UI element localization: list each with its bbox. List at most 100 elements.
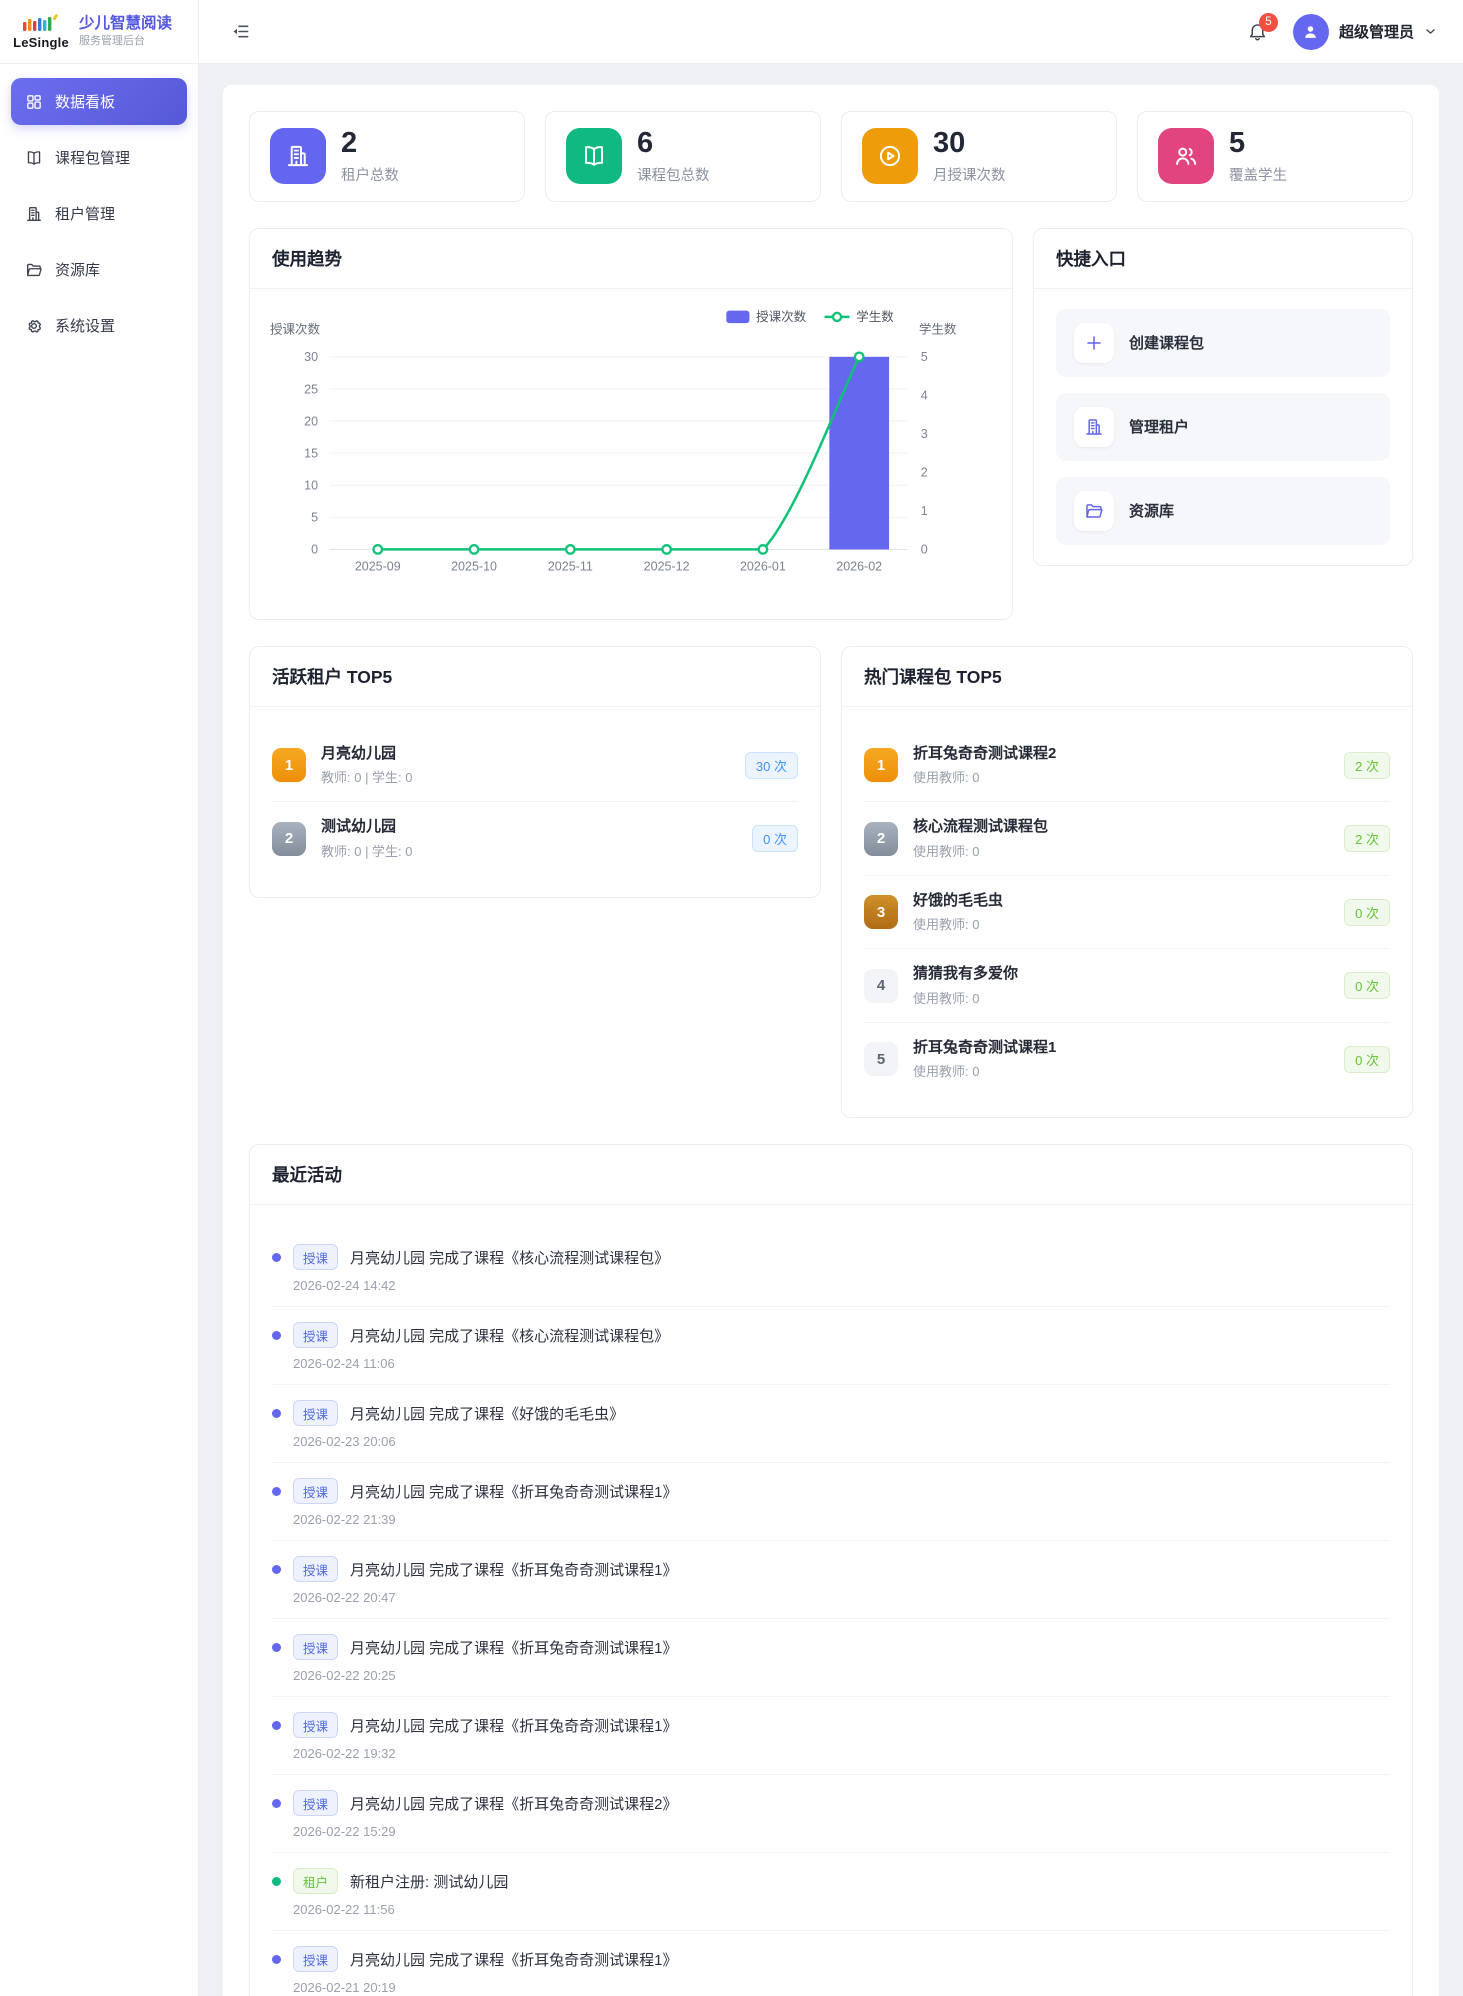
activity-row: 授课 月亮幼儿园 完成了课程《核心流程测试课程包》 2026-02-24 11:06 <box>272 1306 1390 1384</box>
rank-badge: 4 <box>864 968 898 1003</box>
rank-badge: 1 <box>864 748 898 783</box>
activity-line: 授课 月亮幼儿园 完成了课程《折耳兔奇奇测试课程1》 <box>272 1478 1390 1505</box>
activity-text: 月亮幼儿园 完成了课程《折耳兔奇奇测试课程1》 <box>350 1561 678 1579</box>
package-row: 1 折耳兔奇奇测试课程2 使用教师: 0 2 次 <box>864 729 1390 802</box>
usage-trend-chart: 051015202530012345授课次数 学生数2025-09 2025-10 2… <box>270 309 957 573</box>
usage-trend-header: 使用趋势 <box>250 229 1012 289</box>
sidebar-item-folder[interactable]: 资源库 <box>11 246 187 293</box>
quick-entry-label: 管理租户 <box>1129 419 1190 437</box>
dashboard-panel: 2 租户总数 6 课程包总数 30 月授课次数 5 覆盖学生 使用趋势 0 5 10 15 20 25 3… <box>222 84 1440 1996</box>
activity-text: 新租户注册: 测试幼儿园 <box>350 1873 509 1891</box>
activity-line: 授课 月亮幼儿园 完成了课程《折耳兔奇奇测试课程1》 <box>272 1634 1390 1661</box>
activity-line: 租户 新租户注册: 测试幼儿园 <box>272 1868 1390 1895</box>
count-tag: 30 次 <box>744 751 798 779</box>
stat-value: 5 <box>1229 127 1246 159</box>
activity-dot <box>272 1486 281 1496</box>
quick-entry-building[interactable]: 管理租户 <box>1056 392 1390 461</box>
activity-dot <box>272 1798 281 1808</box>
svg-text:学生数: 学生数 <box>856 309 894 324</box>
rank-info: 折耳兔奇奇测试课程2 使用教师: 0 <box>913 744 1329 787</box>
user-menu[interactable]: 超级管理员 <box>1292 13 1437 50</box>
rank-name: 折耳兔奇奇测试课程1 <box>913 1038 1057 1056</box>
folder-icon <box>1074 490 1114 531</box>
activity-text: 月亮幼儿园 完成了课程《核心流程测试课程包》 <box>350 1249 670 1267</box>
stat-value: 2 <box>341 127 358 159</box>
sidebar-item-book[interactable]: 课程包管理 <box>11 134 187 181</box>
quick-entry-header: 快捷入口 <box>1034 229 1412 289</box>
activity-text: 月亮幼儿园 完成了课程《折耳兔奇奇测试课程1》 <box>350 1951 678 1969</box>
quick-entry-list: 创建课程包管理租户资源库 <box>1034 289 1412 565</box>
activity-type-badge: 授课 <box>293 1634 339 1661</box>
notification-badge: 5 <box>1258 12 1278 32</box>
sidebar-item-dashboard[interactable]: 数据看板 <box>11 78 187 125</box>
stat-text: 30 月授课次数 <box>933 127 1006 185</box>
tenant-row: 1 月亮幼儿园 教师: 0 | 学生: 0 30 次 <box>272 729 798 802</box>
rank-meta: 使用教师: 0 <box>913 770 980 786</box>
count-tag: 0 次 <box>1344 972 1390 1000</box>
svg-text:2025-10: 2025-10 <box>451 559 497 573</box>
stat-label: 覆盖学生 <box>1229 167 1287 184</box>
topbar: 5 超级管理员 <box>199 0 1463 64</box>
rank-badge: 5 <box>864 1042 898 1077</box>
svg-text:2026-01: 2026-01 <box>740 559 786 573</box>
rank-badge: 2 <box>272 821 306 856</box>
hot-packages-card: 热门课程包 TOP5 1 折耳兔奇奇测试课程2 使用教师: 0 2 次 2 核心流程测试课… <box>841 645 1413 1119</box>
brand-subtitle: 服务管理后台 <box>79 35 145 48</box>
package-rank-list: 1 折耳兔奇奇测试课程2 使用教师: 0 2 次 2 核心流程测试课程包 使用教师: 0 2 … <box>864 727 1390 1098</box>
sidebar-item-building[interactable]: 租户管理 <box>11 190 187 237</box>
sidebar-item-label: 数据看板 <box>55 94 116 111</box>
svg-text:2: 2 <box>921 466 928 480</box>
rank-badge: 2 <box>864 821 898 856</box>
rank-info: 猜猜我有多爱你 使用教师: 0 <box>913 964 1329 1007</box>
brand-title: 少儿智慧阅读 <box>79 14 173 32</box>
svg-text:2025-12: 2025-12 <box>644 559 690 573</box>
activity-time: 2026-02-22 20:47 <box>293 1590 396 1606</box>
hot-packages-header: 热门课程包 TOP5 <box>842 647 1412 707</box>
activity-row: 授课 月亮幼儿园 完成了课程《好饿的毛毛虫》 2026-02-23 20:06 <box>272 1384 1390 1462</box>
rank-info: 折耳兔奇奇测试课程1 使用教师: 0 <box>913 1038 1329 1081</box>
activity-dot <box>272 1564 281 1574</box>
top5-row: 活跃租户 TOP5 1 月亮幼儿园 教师: 0 | 学生: 0 30 次 2 测试幼儿园教… <box>249 645 1413 1119</box>
menu-fold-icon[interactable] <box>225 18 253 46</box>
quick-entry-label: 创建课程包 <box>1129 335 1205 353</box>
activity-text: 月亮幼儿园 完成了课程《好饿的毛毛虫》 <box>350 1405 625 1423</box>
quick-entry-label: 资源库 <box>1129 503 1175 521</box>
chevron-down-icon <box>1424 25 1437 38</box>
rank-info: 好饿的毛毛虫 使用教师: 0 <box>913 891 1329 934</box>
rank-badge: 1 <box>272 748 306 783</box>
building-icon <box>25 205 43 223</box>
activity-text: 月亮幼儿园 完成了课程《折耳兔奇奇测试课程1》 <box>350 1717 678 1735</box>
tenant-row: 2 测试幼儿园 教师: 0 | 学生: 0 0 次 <box>272 801 798 875</box>
rank-info: 测试幼儿园 教师: 0 | 学生: 0 <box>321 817 737 860</box>
quick-entry-folder[interactable]: 资源库 <box>1056 476 1390 545</box>
activity-text: 月亮幼儿园 完成了课程《核心流程测试课程包》 <box>350 1327 670 1345</box>
svg-text:2025-09: 2025-09 <box>355 559 401 573</box>
notification-bell-icon[interactable]: 5 <box>1243 12 1278 47</box>
count-tag: 2 次 <box>1344 751 1390 779</box>
brand-text: 少儿智慧阅读 服务管理后台 <box>79 14 172 49</box>
user-name: 超级管理员 <box>1338 24 1414 41</box>
stat-card-2: 6 课程包总数 <box>545 111 821 202</box>
sidebar-item-gear[interactable]: 系统设置 <box>11 302 187 349</box>
rank-info: 核心流程测试课程包 使用教师: 0 <box>913 817 1329 860</box>
logo-text: LeSingle <box>13 35 69 50</box>
svg-text:2025-11: 2025-11 <box>548 559 593 573</box>
active-tenants-title: 活跃租户 TOP5 <box>272 666 393 687</box>
recent-activity-body: 授课 月亮幼儿园 完成了课程《核心流程测试课程包》 2026-02-24 14:42… <box>250 1205 1412 1996</box>
activity-time: 2026-02-22 21:39 <box>293 1512 396 1528</box>
stat-value: 30 <box>933 127 966 159</box>
rank-name: 测试幼儿园 <box>321 818 397 836</box>
package-row: 3 好饿的毛毛虫 使用教师: 0 0 次 <box>864 874 1390 949</box>
svg-text:4: 4 <box>921 389 928 403</box>
count-tag: 0 次 <box>752 825 798 853</box>
activity-row: 授课 月亮幼儿园 完成了课程《核心流程测试课程包》 2026-02-24 14:42 <box>272 1229 1390 1306</box>
activity-dot <box>272 1720 281 1730</box>
quick-entry-card: 快捷入口 创建课程包管理租户资源库 <box>1033 227 1413 566</box>
rank-meta: 使用教师: 0 <box>913 843 980 859</box>
activity-line: 授课 月亮幼儿园 完成了课程《折耳兔奇奇测试课程1》 <box>272 1712 1390 1739</box>
activity-type-badge: 授课 <box>293 1712 339 1739</box>
rank-meta: 使用教师: 0 <box>913 1064 980 1080</box>
quick-entry-plus[interactable]: 创建课程包 <box>1056 308 1390 377</box>
activity-row: 租户 新租户注册: 测试幼儿园 2026-02-22 11:56 <box>272 1852 1390 1930</box>
activity-row: 授课 月亮幼儿园 完成了课程《折耳兔奇奇测试课程1》 2026-02-22 21:3… <box>272 1462 1390 1540</box>
